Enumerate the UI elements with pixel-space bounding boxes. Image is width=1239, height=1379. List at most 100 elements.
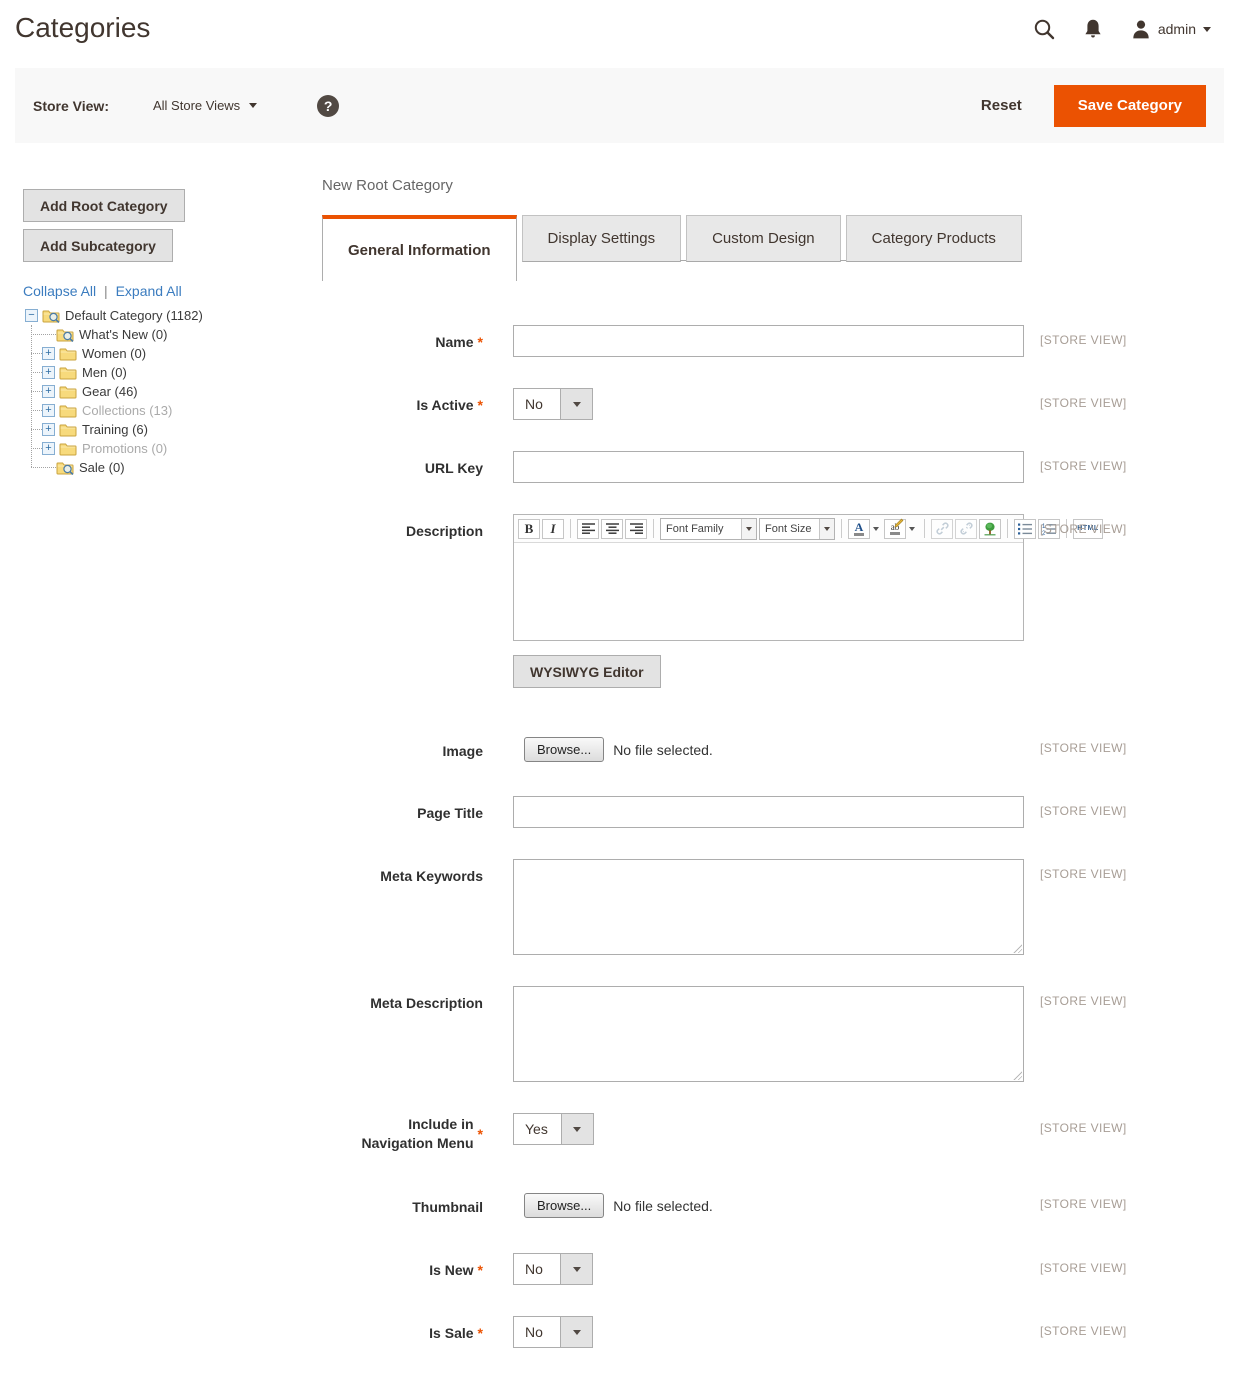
add-root-category-button[interactable]: Add Root Category [23, 189, 185, 222]
folder-icon [56, 328, 74, 342]
is-active-label: Is Active* [322, 388, 483, 414]
chevron-down-icon [560, 389, 592, 419]
admin-user-menu[interactable]: admin [1131, 19, 1211, 39]
folder-icon [42, 309, 60, 323]
folder-icon [56, 461, 74, 475]
wysiwyg-editor-button[interactable]: WYSIWYG Editor [513, 655, 661, 688]
tree-expander-icon[interactable]: + [42, 404, 55, 417]
tree-item[interactable]: Sale (0) [23, 458, 322, 477]
tab-general-information[interactable]: General Information [322, 215, 517, 281]
align-left-icon[interactable] [577, 519, 599, 539]
tree-expander-icon[interactable]: + [42, 366, 55, 379]
include-in-menu-select[interactable]: Yes [513, 1113, 594, 1145]
search-icon[interactable] [1033, 18, 1055, 40]
tree-expander-icon[interactable]: − [25, 309, 38, 322]
text-color-dropdown-icon[interactable] [873, 527, 879, 531]
tab-custom-design[interactable]: Custom Design [686, 215, 841, 262]
tab-category-products[interactable]: Category Products [846, 215, 1022, 262]
store-view-switcher[interactable]: All Store Views [153, 98, 257, 113]
bold-glyph: B [525, 521, 534, 537]
meta-keywords-textarea[interactable] [514, 860, 1023, 954]
chevron-down-icon [819, 519, 834, 539]
insert-image-icon[interactable] [979, 519, 1001, 539]
tree-item[interactable]: + Promotions (0) [23, 439, 322, 458]
meta-description-label-text: Meta Description [370, 995, 483, 1011]
description-control: B I Font Family Font Size A [513, 514, 1024, 688]
is-sale-control: No [513, 1316, 1024, 1348]
tree-expander-icon[interactable]: + [42, 347, 55, 360]
tree-item[interactable]: + Gear (46) [23, 382, 322, 401]
thumbnail-browse-button[interactable]: Browse... [524, 1193, 604, 1218]
tree-item[interactable]: + Collections (13) [23, 401, 322, 420]
align-right-icon[interactable] [625, 519, 647, 539]
tree-item[interactable]: + Training (6) [23, 420, 322, 439]
required-marker: * [478, 1262, 483, 1278]
field-row-is-new: Is New* No [STORE VIEW] [322, 1253, 1224, 1285]
font-size-select[interactable]: Font Size [759, 518, 835, 540]
tree-item-label: Men (0) [82, 363, 127, 382]
description-editor-area[interactable] [514, 543, 1023, 640]
thumbnail-label: Thumbnail [322, 1193, 483, 1216]
italic-icon[interactable]: I [542, 519, 564, 539]
tree-item[interactable]: + Women (0) [23, 344, 322, 363]
add-subcategory-button[interactable]: Add Subcategory [23, 229, 173, 262]
tab-label: General Information [348, 242, 491, 259]
is-new-select[interactable]: No [513, 1253, 593, 1285]
reset-button[interactable]: Reset [981, 97, 1022, 114]
tree-item[interactable]: What's New (0) [23, 325, 322, 344]
tree-expander-icon[interactable]: + [42, 442, 55, 455]
tree-item[interactable]: − Default Category (1182) [23, 306, 322, 325]
name-control [513, 325, 1024, 357]
field-row-page-title: Page Title [STORE VIEW] [322, 796, 1224, 828]
meta-description-textarea[interactable] [514, 987, 1023, 1081]
page-title-label: Page Title [322, 796, 483, 822]
folder-icon [59, 385, 77, 399]
text-color-icon[interactable]: A [848, 519, 870, 539]
collapse-all-link[interactable]: Collapse All [23, 283, 96, 299]
tab-label: Category Products [872, 230, 996, 247]
required-marker: * [478, 397, 483, 413]
expand-all-link[interactable]: Expand All [116, 283, 182, 299]
highlight-color-icon[interactable]: ab [884, 519, 906, 539]
is-active-control: No [513, 388, 1024, 420]
field-row-image: Image Browse... No file selected. [STORE… [322, 737, 1224, 762]
help-icon[interactable]: ? [317, 95, 339, 117]
tree-expander-icon[interactable]: + [42, 385, 55, 398]
align-center-icon[interactable] [601, 519, 623, 539]
required-marker: * [478, 1125, 483, 1143]
is-sale-select[interactable]: No [513, 1316, 593, 1348]
is-active-select[interactable]: No [513, 388, 593, 420]
bullet-list-icon[interactable] [1014, 519, 1036, 539]
save-category-button[interactable]: Save Category [1054, 85, 1206, 127]
highlight-color-dropdown-icon[interactable] [909, 527, 915, 531]
category-sidebar: Add Root Category Add Subcategory Collap… [15, 173, 322, 477]
meta-keywords-label-text: Meta Keywords [380, 868, 483, 884]
font-family-select[interactable]: Font Family [660, 518, 757, 540]
notifications-bell-icon[interactable] [1083, 18, 1103, 40]
name-label: Name* [322, 325, 483, 351]
general-information-form: Name* [STORE VIEW] Is Active* No [322, 281, 1224, 1348]
tab-display-settings[interactable]: Display Settings [522, 215, 682, 262]
unlink-icon[interactable] [955, 519, 977, 539]
field-row-description: Description B I Font Family [322, 514, 1224, 688]
text-color-glyph: A [854, 522, 865, 536]
image-browse-button[interactable]: Browse... [524, 737, 604, 762]
insert-link-icon[interactable] [931, 519, 953, 539]
field-row-meta-keywords: Meta Keywords [STORE VIEW] [322, 859, 1224, 955]
page-title-scope-label: [STORE VIEW] [1040, 796, 1127, 818]
include-in-menu-scope-label: [STORE VIEW] [1040, 1113, 1127, 1135]
bold-icon[interactable]: B [518, 519, 540, 539]
meta-description-control [513, 986, 1024, 1082]
page-title-label-text: Page Title [417, 805, 483, 821]
tree-links: Collapse All | Expand All [23, 283, 322, 299]
toolbar-separator [653, 519, 654, 538]
url-key-input[interactable] [513, 451, 1024, 483]
name-input[interactable] [513, 325, 1024, 357]
toolbar-left: Store View: All Store Views ? [33, 95, 339, 117]
tree-expander-icon[interactable]: + [42, 423, 55, 436]
tree-item[interactable]: + Men (0) [23, 363, 322, 382]
page-title-input[interactable] [513, 796, 1024, 828]
tree-connector [31, 410, 42, 412]
chevron-down-icon [560, 1317, 592, 1347]
meta-keywords-scope-label: [STORE VIEW] [1040, 859, 1127, 881]
